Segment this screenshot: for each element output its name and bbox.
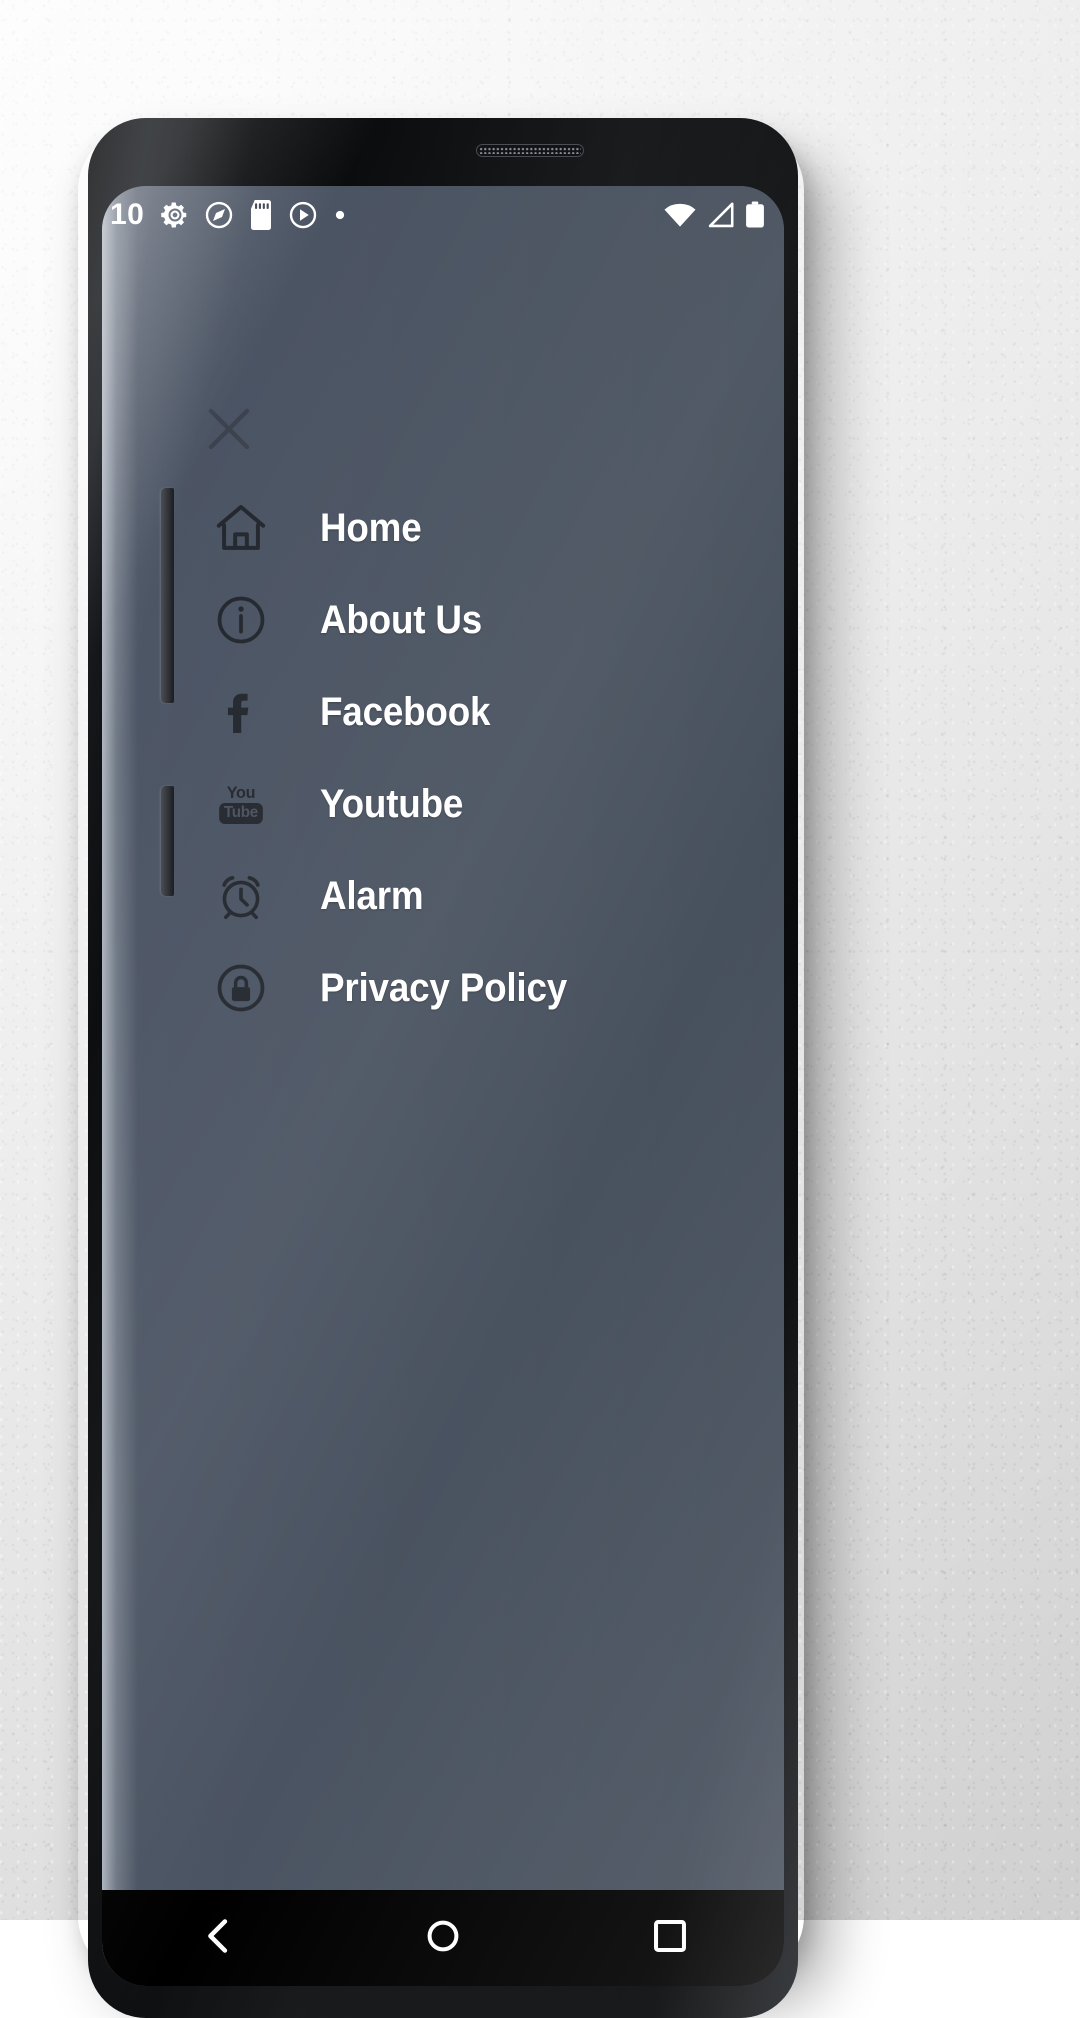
close-drawer-button[interactable] bbox=[198, 400, 260, 462]
compass-icon bbox=[204, 200, 234, 230]
home-button[interactable] bbox=[424, 1917, 462, 1960]
android-navigation-bar bbox=[102, 1890, 784, 1986]
menu-item-label: Home bbox=[320, 506, 422, 551]
menu-item-label: Alarm bbox=[320, 874, 423, 919]
menu-item-label: About Us bbox=[320, 598, 482, 643]
menu-item-youtube[interactable]: You Tube Youtube bbox=[102, 758, 784, 850]
status-bar-left-group: 10 bbox=[110, 198, 348, 232]
close-icon[interactable] bbox=[203, 403, 255, 460]
lock-icon bbox=[210, 957, 272, 1019]
menu-item-label: Youtube bbox=[320, 782, 463, 827]
status-bar-right-group bbox=[664, 201, 766, 229]
phone-screen: 10 bbox=[102, 186, 784, 1986]
wifi-icon bbox=[664, 202, 696, 228]
home-icon bbox=[210, 497, 272, 559]
play-circle-icon bbox=[288, 200, 318, 230]
sd-card-icon bbox=[248, 200, 274, 230]
menu-item-privacy-policy[interactable]: Privacy Policy bbox=[102, 942, 784, 1034]
menu-item-label: Facebook bbox=[320, 690, 490, 735]
drawer-edge-highlight bbox=[102, 186, 144, 1986]
youtube-icon-bottom-text: Tube bbox=[219, 803, 263, 824]
youtube-icon: You Tube bbox=[210, 773, 272, 835]
menu-item-label: Privacy Policy bbox=[320, 966, 567, 1011]
gear-icon bbox=[160, 200, 190, 230]
phone-device: 10 bbox=[88, 118, 798, 2018]
volume-button[interactable] bbox=[161, 488, 174, 703]
status-bar: 10 bbox=[102, 186, 784, 244]
back-button[interactable] bbox=[651, 1917, 689, 1960]
dot-icon bbox=[332, 200, 348, 230]
recents-button[interactable] bbox=[197, 1917, 235, 1960]
info-icon bbox=[210, 589, 272, 651]
drawer-menu-list: Home About Us bbox=[102, 482, 784, 1034]
signal-icon bbox=[706, 202, 734, 228]
assistant-button[interactable] bbox=[161, 786, 174, 896]
facebook-icon bbox=[210, 681, 272, 743]
menu-item-home[interactable]: Home bbox=[102, 482, 784, 574]
youtube-icon-top-text: You bbox=[227, 784, 255, 801]
menu-item-about-us[interactable]: About Us bbox=[102, 574, 784, 666]
earpiece-speaker-icon bbox=[476, 144, 584, 157]
alarm-clock-icon bbox=[210, 865, 272, 927]
menu-item-facebook[interactable]: Facebook bbox=[102, 666, 784, 758]
battery-icon bbox=[744, 201, 766, 229]
menu-item-alarm[interactable]: Alarm bbox=[102, 850, 784, 942]
status-bar-clock: 10 bbox=[110, 198, 144, 232]
